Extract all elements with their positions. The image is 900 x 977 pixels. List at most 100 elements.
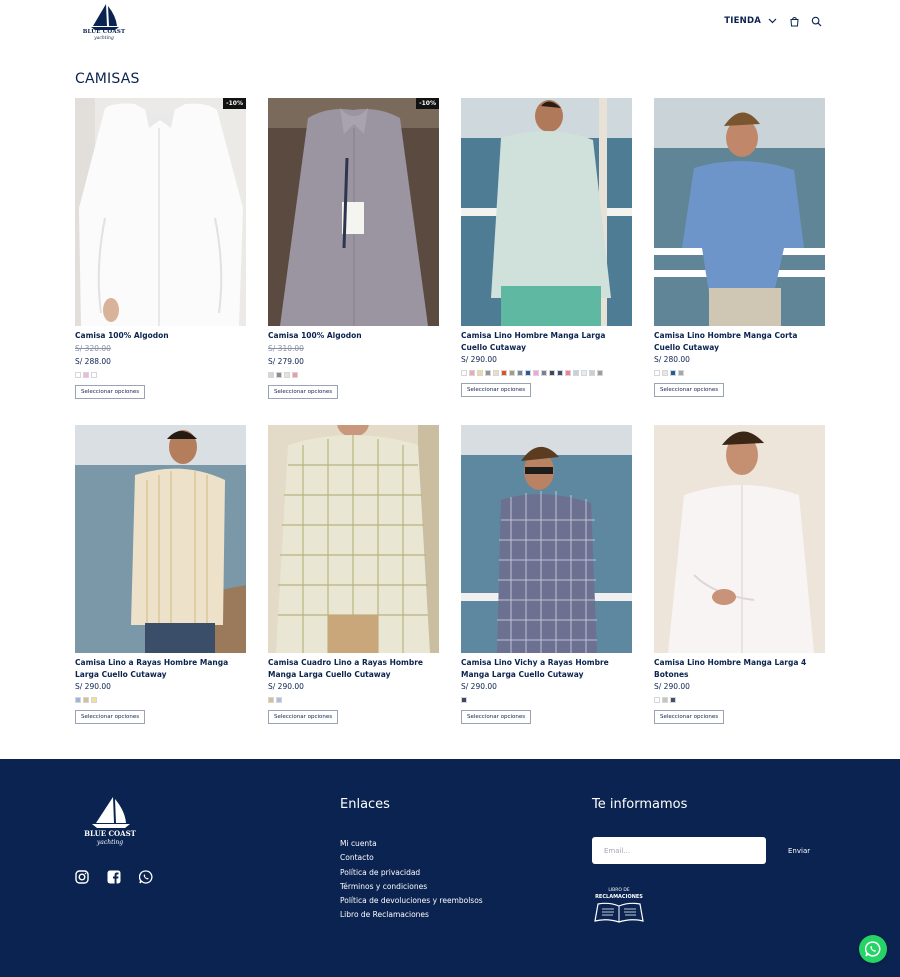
search-icon[interactable] bbox=[810, 15, 822, 27]
product-image[interactable] bbox=[75, 425, 246, 653]
color-swatch[interactable] bbox=[83, 371, 89, 378]
footer-link-privacidad[interactable]: Política de privacidad bbox=[340, 868, 483, 878]
select-options-button[interactable]: Seleccionar opciones bbox=[268, 710, 339, 724]
product-name[interactable]: Camisa 100% Algodon bbox=[75, 330, 246, 342]
cart-icon[interactable] bbox=[788, 15, 800, 27]
whatsapp-chat-button[interactable] bbox=[859, 935, 887, 963]
color-swatch[interactable] bbox=[509, 370, 515, 376]
product-image[interactable]: -10% bbox=[75, 98, 246, 326]
color-swatch[interactable] bbox=[75, 697, 81, 703]
product-price: S/ 290.00 bbox=[461, 355, 497, 364]
product-name[interactable]: Camisa Lino a Rayas Hombre Manga Larga C… bbox=[75, 657, 246, 680]
color-swatch[interactable] bbox=[83, 697, 89, 703]
brand-tagline: yachting bbox=[94, 36, 114, 41]
page-title: CAMISAS bbox=[75, 71, 140, 87]
product-name[interactable]: Camisa Cuadro Lino a Rayas Hombre Manga … bbox=[268, 657, 439, 680]
product-card: Camisa Lino Hombre Manga Corta Cuello Cu… bbox=[654, 98, 825, 397]
color-swatch[interactable] bbox=[461, 697, 467, 703]
color-swatch[interactable] bbox=[91, 371, 97, 378]
product-image[interactable] bbox=[461, 98, 632, 326]
brand-name: BLUE COAST bbox=[82, 29, 126, 35]
color-swatch[interactable] bbox=[670, 370, 676, 376]
color-swatches bbox=[654, 370, 825, 376]
product-name[interactable]: Camisa Lino Hombre Manga Larga 4 Botones bbox=[654, 657, 825, 680]
color-swatch[interactable] bbox=[549, 370, 555, 376]
select-options-button[interactable]: Seleccionar opciones bbox=[461, 710, 532, 724]
complaints-book-line1: LIBRO DE bbox=[608, 888, 630, 893]
footer-logo[interactable]: BLUE COAST yachting bbox=[78, 795, 142, 851]
color-swatch[interactable] bbox=[292, 371, 298, 378]
color-swatch[interactable] bbox=[517, 370, 523, 376]
send-button[interactable]: Enviar bbox=[788, 847, 810, 855]
color-swatch[interactable] bbox=[597, 370, 603, 376]
color-swatch[interactable] bbox=[493, 370, 499, 376]
select-options-button[interactable]: Seleccionar opciones bbox=[461, 383, 532, 397]
footer-link-reclamaciones[interactable]: Libro de Reclamaciones bbox=[340, 910, 483, 920]
product-price: S/ 280.00 bbox=[654, 355, 690, 364]
color-swatch[interactable] bbox=[477, 370, 483, 376]
color-swatch[interactable] bbox=[581, 370, 587, 376]
social-links bbox=[75, 870, 153, 884]
color-swatch[interactable] bbox=[541, 370, 547, 376]
email-field[interactable] bbox=[592, 837, 766, 864]
select-options-button[interactable]: Seleccionar opciones bbox=[268, 384, 339, 399]
color-swatch[interactable] bbox=[589, 370, 595, 376]
footer-link-terminos[interactable]: Términos y condiciones bbox=[340, 882, 483, 892]
color-swatch[interactable] bbox=[525, 370, 531, 376]
footer-link-devoluciones[interactable]: Política de devoluciones y reembolsos bbox=[340, 896, 483, 906]
product-card: Camisa Lino a Rayas Hombre Manga Larga C… bbox=[75, 425, 246, 724]
color-swatch[interactable] bbox=[461, 370, 467, 376]
color-swatch[interactable] bbox=[501, 370, 507, 376]
product-image[interactable] bbox=[268, 425, 439, 653]
color-swatch[interactable] bbox=[662, 370, 668, 376]
color-swatch[interactable] bbox=[276, 697, 282, 703]
color-swatch[interactable] bbox=[485, 370, 491, 376]
product-card: -10% Camisa 100% Algodon S/ 320.00 S/ 28… bbox=[75, 98, 246, 399]
whatsapp-icon[interactable] bbox=[139, 870, 153, 884]
nav-shop-menu[interactable]: TIENDA bbox=[724, 15, 778, 27]
nav-shop-label: TIENDA bbox=[724, 16, 761, 26]
color-swatch[interactable] bbox=[284, 371, 290, 378]
color-swatch[interactable] bbox=[91, 697, 97, 703]
select-options-button[interactable]: Seleccionar opciones bbox=[654, 710, 725, 724]
color-swatches bbox=[268, 697, 439, 703]
select-options-button[interactable]: Seleccionar opciones bbox=[75, 384, 146, 399]
color-swatch[interactable] bbox=[268, 697, 274, 703]
color-swatch[interactable] bbox=[573, 370, 579, 376]
color-swatch[interactable] bbox=[75, 371, 81, 378]
product-card: Camisa Lino Hombre Manga Larga 4 Botones… bbox=[654, 425, 825, 724]
product-name[interactable]: Camisa Lino Hombre Manga Corta Cuello Cu… bbox=[654, 330, 825, 353]
color-swatch[interactable] bbox=[469, 370, 475, 376]
footer-link-contacto[interactable]: Contacto bbox=[340, 853, 483, 863]
color-swatch[interactable] bbox=[678, 370, 684, 376]
product-name[interactable]: Camisa Lino Hombre Manga Larga Cuello Cu… bbox=[461, 330, 632, 353]
color-swatch[interactable] bbox=[670, 697, 676, 703]
color-swatch[interactable] bbox=[276, 371, 282, 378]
complaints-book-link[interactable]: LIBRO DE RECLAMACIONES bbox=[592, 887, 648, 927]
color-swatch[interactable] bbox=[557, 370, 563, 376]
color-swatch[interactable] bbox=[565, 370, 571, 376]
color-swatch[interactable] bbox=[654, 370, 660, 376]
product-image[interactable] bbox=[461, 425, 632, 653]
product-image[interactable] bbox=[654, 425, 825, 653]
instagram-icon[interactable] bbox=[75, 870, 89, 884]
facebook-icon[interactable] bbox=[107, 870, 121, 884]
color-swatch[interactable] bbox=[268, 371, 274, 378]
product-name[interactable]: Camisa 100% Algodon bbox=[268, 330, 439, 342]
product-price: S/ 290.00 bbox=[268, 682, 304, 691]
color-swatches bbox=[461, 697, 632, 703]
product-name[interactable]: Camisa Lino Vichy a Rayas Hombre Manga L… bbox=[461, 657, 632, 680]
site-header: BLUE COAST yachting TIENDA bbox=[0, 0, 900, 50]
select-options-button[interactable]: Seleccionar opciones bbox=[75, 710, 146, 724]
color-swatch[interactable] bbox=[533, 370, 539, 376]
color-swatch[interactable] bbox=[662, 697, 668, 703]
product-image[interactable] bbox=[654, 98, 825, 326]
select-options-button[interactable]: Seleccionar opciones bbox=[654, 383, 725, 397]
color-swatch[interactable] bbox=[654, 697, 660, 703]
complaints-book-line2: RECLAMACIONES bbox=[595, 894, 643, 900]
brand-logo[interactable]: BLUE COAST yachting bbox=[79, 2, 129, 44]
footer-links-heading: Enlaces bbox=[340, 797, 390, 812]
color-swatches bbox=[654, 697, 825, 703]
product-image[interactable]: -10% bbox=[268, 98, 439, 326]
footer-link-mi-cuenta[interactable]: Mi cuenta bbox=[340, 839, 483, 849]
